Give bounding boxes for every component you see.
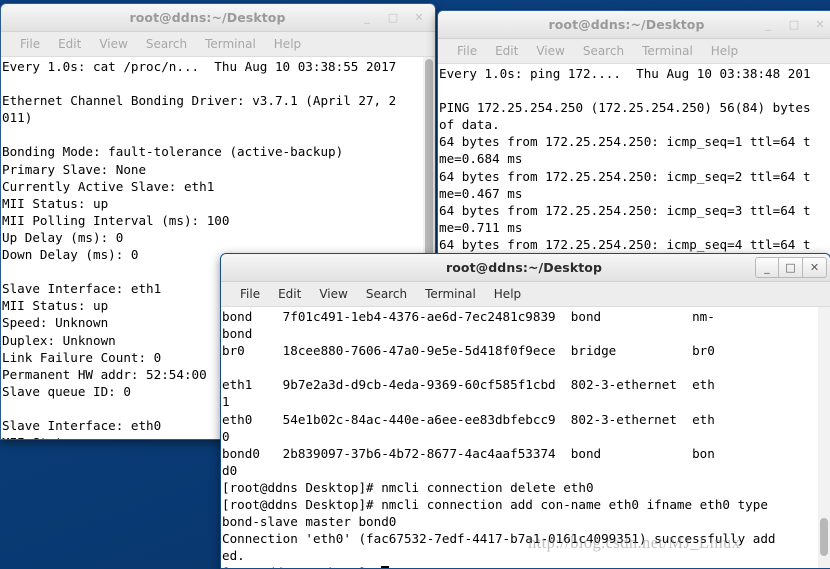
terminal-body-3[interactable]: bond 7f01c491-1eb4-4376-ae6d-7ec2481c983… (221, 307, 830, 568)
close-icon[interactable]: ✕ (803, 257, 827, 278)
minimize-icon[interactable]: _ (755, 257, 779, 278)
terminal-line: bond (222, 326, 253, 342)
menu-terminal[interactable]: Terminal (416, 287, 485, 301)
minimize-icon[interactable]: _ (354, 7, 380, 28)
terminal-line: Up Delay (ms): 0 (2, 229, 124, 245)
terminal-line: br0 18cee880-7606-47a0-9e5e-5d418f0f9ece… (222, 343, 715, 359)
terminal-line: Every 1.0s: cat /proc/n... Thu Aug 10 03… (2, 59, 397, 74)
terminal-line: 0 (222, 428, 230, 444)
terminal-line: MII Polling Interval (ms): 100 (2, 212, 230, 228)
terminal-line: [root@ddns Desktop]# nmcli connection de… (222, 479, 594, 495)
menu-search[interactable]: Search (357, 287, 416, 301)
menu-view[interactable]: View (310, 287, 356, 301)
menubar-window-2: File Edit View Search Terminal Help (438, 39, 830, 64)
terminal-line: bond0 2b839097-37b6-4b72-8677-4ac4aaf533… (222, 445, 715, 461)
maximize-icon[interactable]: □ (781, 14, 807, 35)
scrollbar-thumb-3[interactable] (820, 518, 828, 556)
terminal-body-2[interactable]: Every 1.0s: ping 172.... Thu Aug 10 03:3… (438, 64, 830, 261)
window-controls-1: _ □ ✕ (354, 4, 435, 31)
menu-view[interactable]: View (90, 37, 136, 51)
menu-search[interactable]: Search (137, 37, 196, 51)
menubar-window-3: File Edit View Search Terminal Help (221, 282, 830, 307)
titlebar-window-3[interactable]: root@ddns:~/Desktop _ □ ✕ (221, 254, 830, 282)
terminal-line: eth0 54e1b02c-84ac-440e-a6ee-ee83dbfebcc… (222, 411, 715, 427)
maximize-icon[interactable]: □ (380, 7, 406, 28)
terminal-line: Ethernet Channel Bonding Driver: v3.7.1 … (2, 93, 397, 109)
prompt-text: [root@ddns Desktop]# (222, 565, 381, 568)
terminal-line: Bonding Mode: fault-tolerance (active-ba… (2, 144, 344, 160)
terminal-line: bond-slave master bond0 (222, 514, 397, 530)
terminal-line: me=0.467 ms (439, 185, 523, 201)
menu-terminal[interactable]: Terminal (633, 44, 702, 58)
window-title-2: root@ddns:~/Desktop (548, 17, 705, 32)
terminal-line: Every 1.0s: ping 172.... Thu Aug 10 03:3… (439, 66, 811, 81)
terminal-line: 64 bytes from 172.25.254.250: icmp_seq=4… (439, 236, 811, 252)
terminal-line: Currently Active Slave: eth1 (2, 178, 215, 194)
window-title-1: root@ddns:~/Desktop (129, 10, 286, 25)
menu-edit[interactable]: Edit (269, 287, 310, 301)
menu-help[interactable]: Help (485, 287, 530, 301)
scrollbar-3[interactable] (817, 307, 830, 568)
terminal-line: bond 7f01c491-1eb4-4376-ae6d-7ec2481c983… (222, 309, 715, 324)
terminal-output-3[interactable]: bond 7f01c491-1eb4-4376-ae6d-7ec2481c983… (221, 307, 817, 568)
terminal-line: 1 (222, 394, 230, 410)
terminal-line: 64 bytes from 172.25.254.250: icmp_seq=1… (439, 134, 811, 150)
menu-help[interactable]: Help (702, 44, 747, 58)
menubar-window-1: File Edit View Search Terminal Help (1, 32, 435, 57)
window-title-3: root@ddns:~/Desktop (445, 260, 603, 275)
maximize-icon[interactable]: □ (779, 257, 803, 278)
terminal-window-3-active[interactable]: root@ddns:~/Desktop _ □ ✕ File Edit View… (220, 253, 830, 569)
terminal-window-2[interactable]: root@ddns:~/Desktop _ □ ✕ File Edit View… (437, 10, 830, 262)
terminal-line: [root@ddns Desktop]# nmcli connection ad… (222, 497, 768, 513)
terminal-line: ed. (222, 548, 245, 564)
window-controls-3: _ □ ✕ (755, 254, 830, 281)
terminal-line: PING 172.25.254.250 (172.25.254.250) 56(… (439, 100, 811, 116)
minimize-icon[interactable]: _ (755, 14, 781, 35)
close-icon[interactable]: ✕ (807, 14, 830, 35)
terminal-line: MII Status: up (2, 195, 109, 211)
terminal-line: 64 bytes from 172.25.254.250: icmp_seq=3… (439, 202, 811, 218)
terminal-line: eth1 9b7e2a3d-d9cb-4eda-9369-60cf585f1cb… (222, 377, 715, 393)
menu-search[interactable]: Search (574, 44, 633, 58)
menu-file[interactable]: File (11, 37, 49, 51)
text-cursor (381, 566, 389, 568)
window-controls-2: _ □ ✕ (755, 11, 830, 38)
menu-help[interactable]: Help (265, 37, 310, 51)
menu-view[interactable]: View (527, 44, 573, 58)
menu-file[interactable]: File (231, 287, 269, 301)
terminal-line: of data. (439, 117, 500, 133)
menu-edit[interactable]: Edit (486, 44, 527, 58)
menu-file[interactable]: File (448, 44, 486, 58)
titlebar-window-1[interactable]: root@ddns:~/Desktop _ □ ✕ (1, 4, 435, 32)
terminal-prompt-line: [root@ddns Desktop]# (222, 564, 817, 568)
terminal-line: Connection 'eth0' (fac67532-7edf-4417-b7… (222, 531, 776, 547)
terminal-line: 64 bytes from 172.25.254.250: icmp_seq=2… (439, 168, 811, 184)
terminal-line: 011) (2, 110, 33, 126)
terminal-line: me=0.711 ms (439, 219, 523, 235)
menu-terminal[interactable]: Terminal (196, 37, 265, 51)
terminal-output-2[interactable]: Every 1.0s: ping 172.... Thu Aug 10 03:3… (438, 64, 830, 261)
terminal-line: Primary Slave: None (2, 161, 147, 177)
titlebar-window-2[interactable]: root@ddns:~/Desktop _ □ ✕ (438, 11, 830, 39)
terminal-line: me=0.684 ms (439, 151, 523, 167)
menu-edit[interactable]: Edit (49, 37, 90, 51)
terminal-line: d0 (222, 462, 238, 478)
close-icon[interactable]: ✕ (406, 7, 432, 28)
